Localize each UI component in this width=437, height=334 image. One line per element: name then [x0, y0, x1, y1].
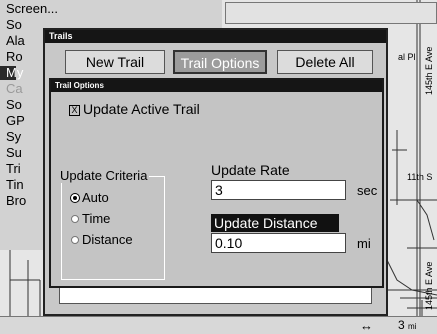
menu-item[interactable]: Ala — [6, 34, 25, 48]
menu-item[interactable]: Sy — [6, 130, 21, 144]
update-active-trail-checkbox[interactable]: X Update Active Trail — [69, 101, 200, 117]
menu-item[interactable]: So — [6, 18, 22, 32]
update-distance-label: Update Distance — [211, 214, 339, 232]
map-label: al Pl — [398, 52, 416, 62]
left-right-arrow-icon[interactable]: ↔ — [360, 318, 373, 333]
update-rate-input[interactable]: 3 — [211, 180, 346, 200]
update-distance-input[interactable]: 0.10 — [211, 233, 346, 253]
menu-item-selected[interactable]: My — [0, 66, 23, 80]
menu-item[interactable]: GP — [6, 114, 25, 128]
menu-item[interactable]: Bro — [6, 194, 26, 208]
radio-distance[interactable]: Distance — [71, 232, 133, 247]
map-scale: 3 mi — [398, 318, 416, 332]
map-label: 145th E Ave — [424, 46, 434, 95]
menu-item[interactable]: Tin — [6, 178, 24, 192]
map-label: 145th E Ave — [424, 261, 434, 310]
scale-unit: mi — [408, 322, 417, 331]
radio-time[interactable]: Time — [71, 211, 110, 226]
update-rate-unit: sec — [357, 183, 378, 198]
menu-item-disabled: Ca — [6, 81, 23, 96]
map-label: 11th S — [407, 172, 433, 182]
update-criteria-legend: Update Criteria — [58, 168, 150, 183]
map-header-strip — [225, 2, 437, 24]
radio-icon — [71, 215, 79, 223]
radio-label: Time — [82, 211, 111, 226]
scale-value: 3 — [398, 318, 405, 332]
menu-item[interactable]: Ro — [6, 50, 23, 64]
menu-item[interactable]: So — [6, 98, 22, 112]
update-distance-unit: mi — [357, 236, 371, 251]
trails-title: Trails — [45, 30, 386, 43]
radio-label: Distance — [82, 232, 133, 247]
update-rate-label: Update Rate — [211, 162, 290, 178]
trail-options-button[interactable]: Trail Options — [173, 50, 267, 74]
update-active-trail-label: Update Active Trail — [83, 101, 200, 117]
menu-item-screen[interactable]: Screen... — [6, 2, 58, 16]
radio-label: Auto — [82, 190, 109, 205]
delete-all-button[interactable]: Delete All — [277, 50, 373, 74]
checkbox-mark: X — [69, 105, 80, 116]
radio-selected-icon — [71, 194, 79, 202]
radio-auto[interactable]: Auto — [71, 190, 109, 205]
trail-options-dialog: Trail Options X Update Active Trail Updat… — [49, 78, 384, 288]
trail-options-title: Trail Options — [51, 80, 382, 92]
radio-icon — [71, 236, 79, 244]
new-trail-button[interactable]: New Trail — [65, 50, 165, 74]
menu-item[interactable]: Su — [6, 146, 22, 160]
menu-item[interactable]: Tri — [6, 162, 21, 176]
